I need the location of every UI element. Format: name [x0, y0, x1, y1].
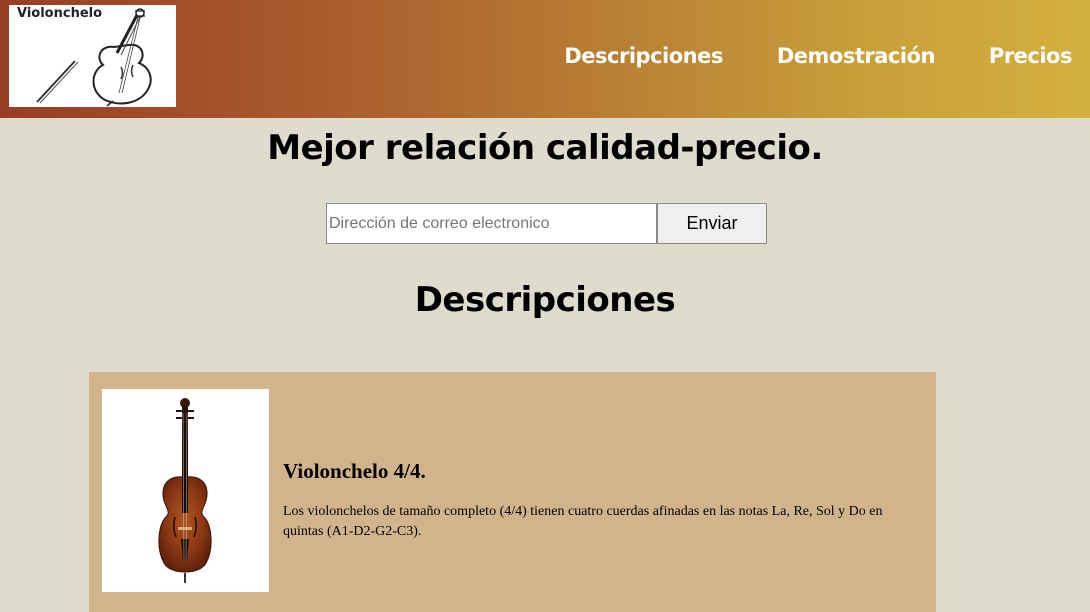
product-card: Violonchelo 4/4. Los violonchelos de tam… — [89, 372, 936, 612]
nav-link-demostracion[interactable]: Demostración — [777, 44, 936, 68]
logo-text: Violonchelo — [17, 6, 103, 21]
submit-button[interactable]: Enviar — [657, 203, 767, 244]
cello-photo-icon — [158, 398, 212, 583]
site-header: Violonchelo Descripciones Demostración P… — [0, 0, 1090, 118]
nav-link-precios[interactable]: Precios — [989, 44, 1073, 68]
cello-logo[interactable]: Violonchelo — [9, 5, 176, 107]
hero-headline: Mejor relación calidad-precio. — [267, 128, 823, 168]
nav-link-descripciones[interactable]: Descripciones — [564, 44, 723, 68]
cello-photo — [102, 389, 269, 592]
email-input[interactable] — [326, 203, 657, 244]
descriptions-heading: Descripciones — [414, 280, 676, 320]
product-title: Violonchelo 4/4. — [283, 459, 426, 483]
main-nav: Descripciones Demostración Precios — [564, 44, 1072, 68]
subscribe-form: Enviar — [326, 203, 767, 244]
product-description: Los violonchelos de tamaño completo (4/4… — [283, 504, 883, 539]
